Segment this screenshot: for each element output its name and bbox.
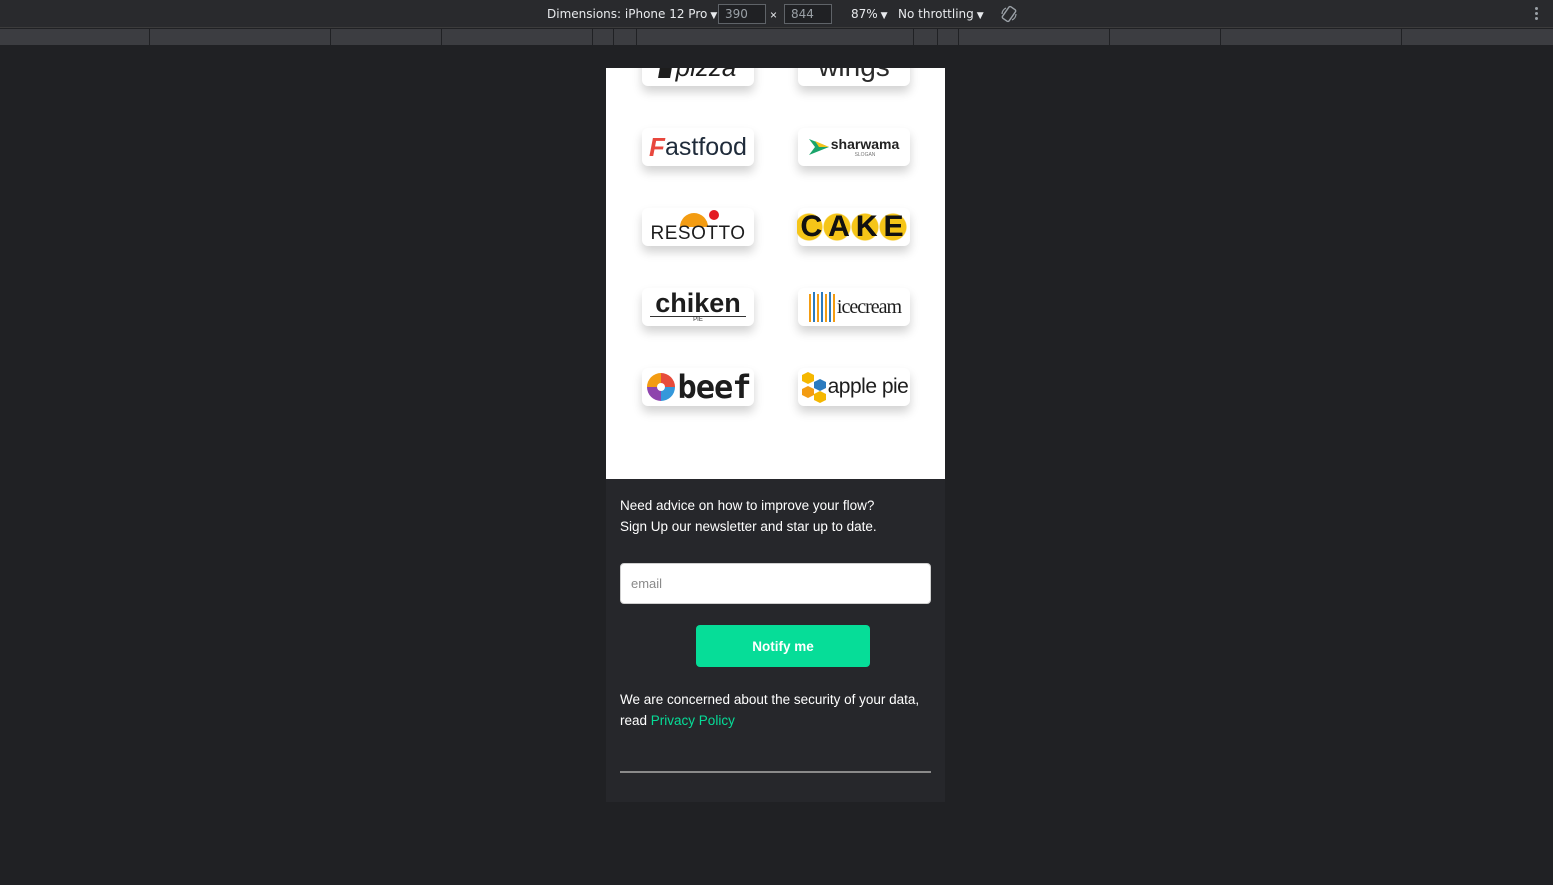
logo-label: icecream: [836, 295, 902, 318]
logo-beef: beef: [642, 368, 754, 406]
privacy-notice: We are concerned about the security of y…: [620, 689, 938, 731]
sharwama-mark-icon: [808, 139, 829, 155]
fastfood-mark-icon: F: [649, 131, 665, 162]
beef-swirl-icon: [647, 373, 676, 401]
ruler-segment[interactable]: [331, 29, 442, 45]
ruler-segment[interactable]: [914, 29, 938, 45]
more-options-icon[interactable]: [1531, 6, 1541, 22]
apple-pie-hex-icon: [801, 372, 826, 403]
logo-label: wings: [818, 68, 890, 83]
device-viewport: pizza wings F astfood sharwama SLOGAN: [606, 68, 945, 802]
newsletter-text: Need advice on how to improve your flow?…: [620, 495, 935, 537]
ruler-segment[interactable]: [150, 29, 331, 45]
logo-label: chiken: [655, 288, 741, 318]
logo-label: pizza: [676, 68, 737, 83]
logo-label: astfood: [664, 132, 747, 161]
ruler-segment[interactable]: [442, 29, 593, 45]
media-query-ruler: [0, 29, 1553, 45]
logo-chiken: chiken PIE: [642, 288, 754, 326]
ruler-segment[interactable]: [0, 29, 150, 45]
logo-wings: wings: [798, 68, 910, 86]
ruler-segment[interactable]: [1110, 29, 1221, 45]
newsletter-section: Need advice on how to improve your flow?…: [606, 479, 945, 802]
icecream-bars-icon: [808, 292, 835, 322]
logos-section: pizza wings F astfood sharwama SLOGAN: [606, 68, 945, 479]
newsletter-line-2: Sign Up our newsletter and star up to da…: [620, 519, 877, 534]
logo-fastfood: F astfood: [642, 128, 754, 166]
ruler-segment[interactable]: [614, 29, 637, 45]
logo-resotto: RESOTTO: [642, 208, 754, 246]
device-dimensions-label: Dimensions: iPhone 12 Pro: [547, 7, 708, 21]
notify-me-button[interactable]: Notify me: [696, 625, 870, 667]
devtools-device-toolbar: Dimensions: iPhone 12 Pro▼ × 87%▼ No thr…: [0, 0, 1553, 28]
logo-sharwama: sharwama SLOGAN: [798, 128, 910, 166]
caret-down-icon: ▼: [880, 11, 888, 21]
logo-label: apple pie: [827, 375, 909, 398]
zoom-dropdown[interactable]: 87% ▼: [851, 0, 888, 28]
privacy-policy-link[interactable]: Privacy Policy: [651, 713, 735, 728]
logo-slogan: SLOGAN: [854, 152, 876, 158]
device-width-input[interactable]: [718, 4, 766, 24]
caret-down-icon: ▼: [710, 11, 718, 21]
logo-cake: CAKE: [798, 208, 910, 246]
device-dimensions-dropdown[interactable]: Dimensions: iPhone 12 Pro ▼: [547, 0, 717, 28]
throttling-label: No throttling: [898, 7, 974, 21]
logo-label: beef: [677, 368, 751, 406]
throttling-dropdown[interactable]: No throttling ▼: [898, 0, 984, 28]
logo-pizza: pizza: [642, 68, 754, 86]
logo-label: CAKE: [797, 208, 912, 246]
pizza-mark-icon: [657, 68, 674, 78]
logo-apple-pie: apple pie: [798, 368, 910, 406]
ruler-segment[interactable]: [1402, 29, 1553, 45]
ruler-segment[interactable]: [637, 29, 914, 45]
device-height-input[interactable]: [784, 4, 832, 24]
logo-label: sharwama: [830, 136, 900, 152]
logo-subtitle: PIE: [650, 316, 746, 324]
ruler-segment[interactable]: [1221, 29, 1402, 45]
ruler-segment[interactable]: [593, 29, 614, 45]
newsletter-line-1: Need advice on how to improve your flow?: [620, 498, 875, 513]
ruler-segment[interactable]: [959, 29, 1110, 45]
email-input[interactable]: [620, 563, 931, 604]
footer-divider: [620, 771, 931, 773]
caret-down-icon: ▼: [976, 11, 984, 21]
ruler-segment[interactable]: [938, 29, 959, 45]
logo-icecream: icecream: [798, 288, 910, 326]
rotate-device-icon[interactable]: [1000, 5, 1018, 23]
logo-label: RESOTTO: [650, 223, 746, 244]
zoom-label: 87%: [851, 7, 878, 21]
dimension-separator: ×: [770, 8, 778, 22]
